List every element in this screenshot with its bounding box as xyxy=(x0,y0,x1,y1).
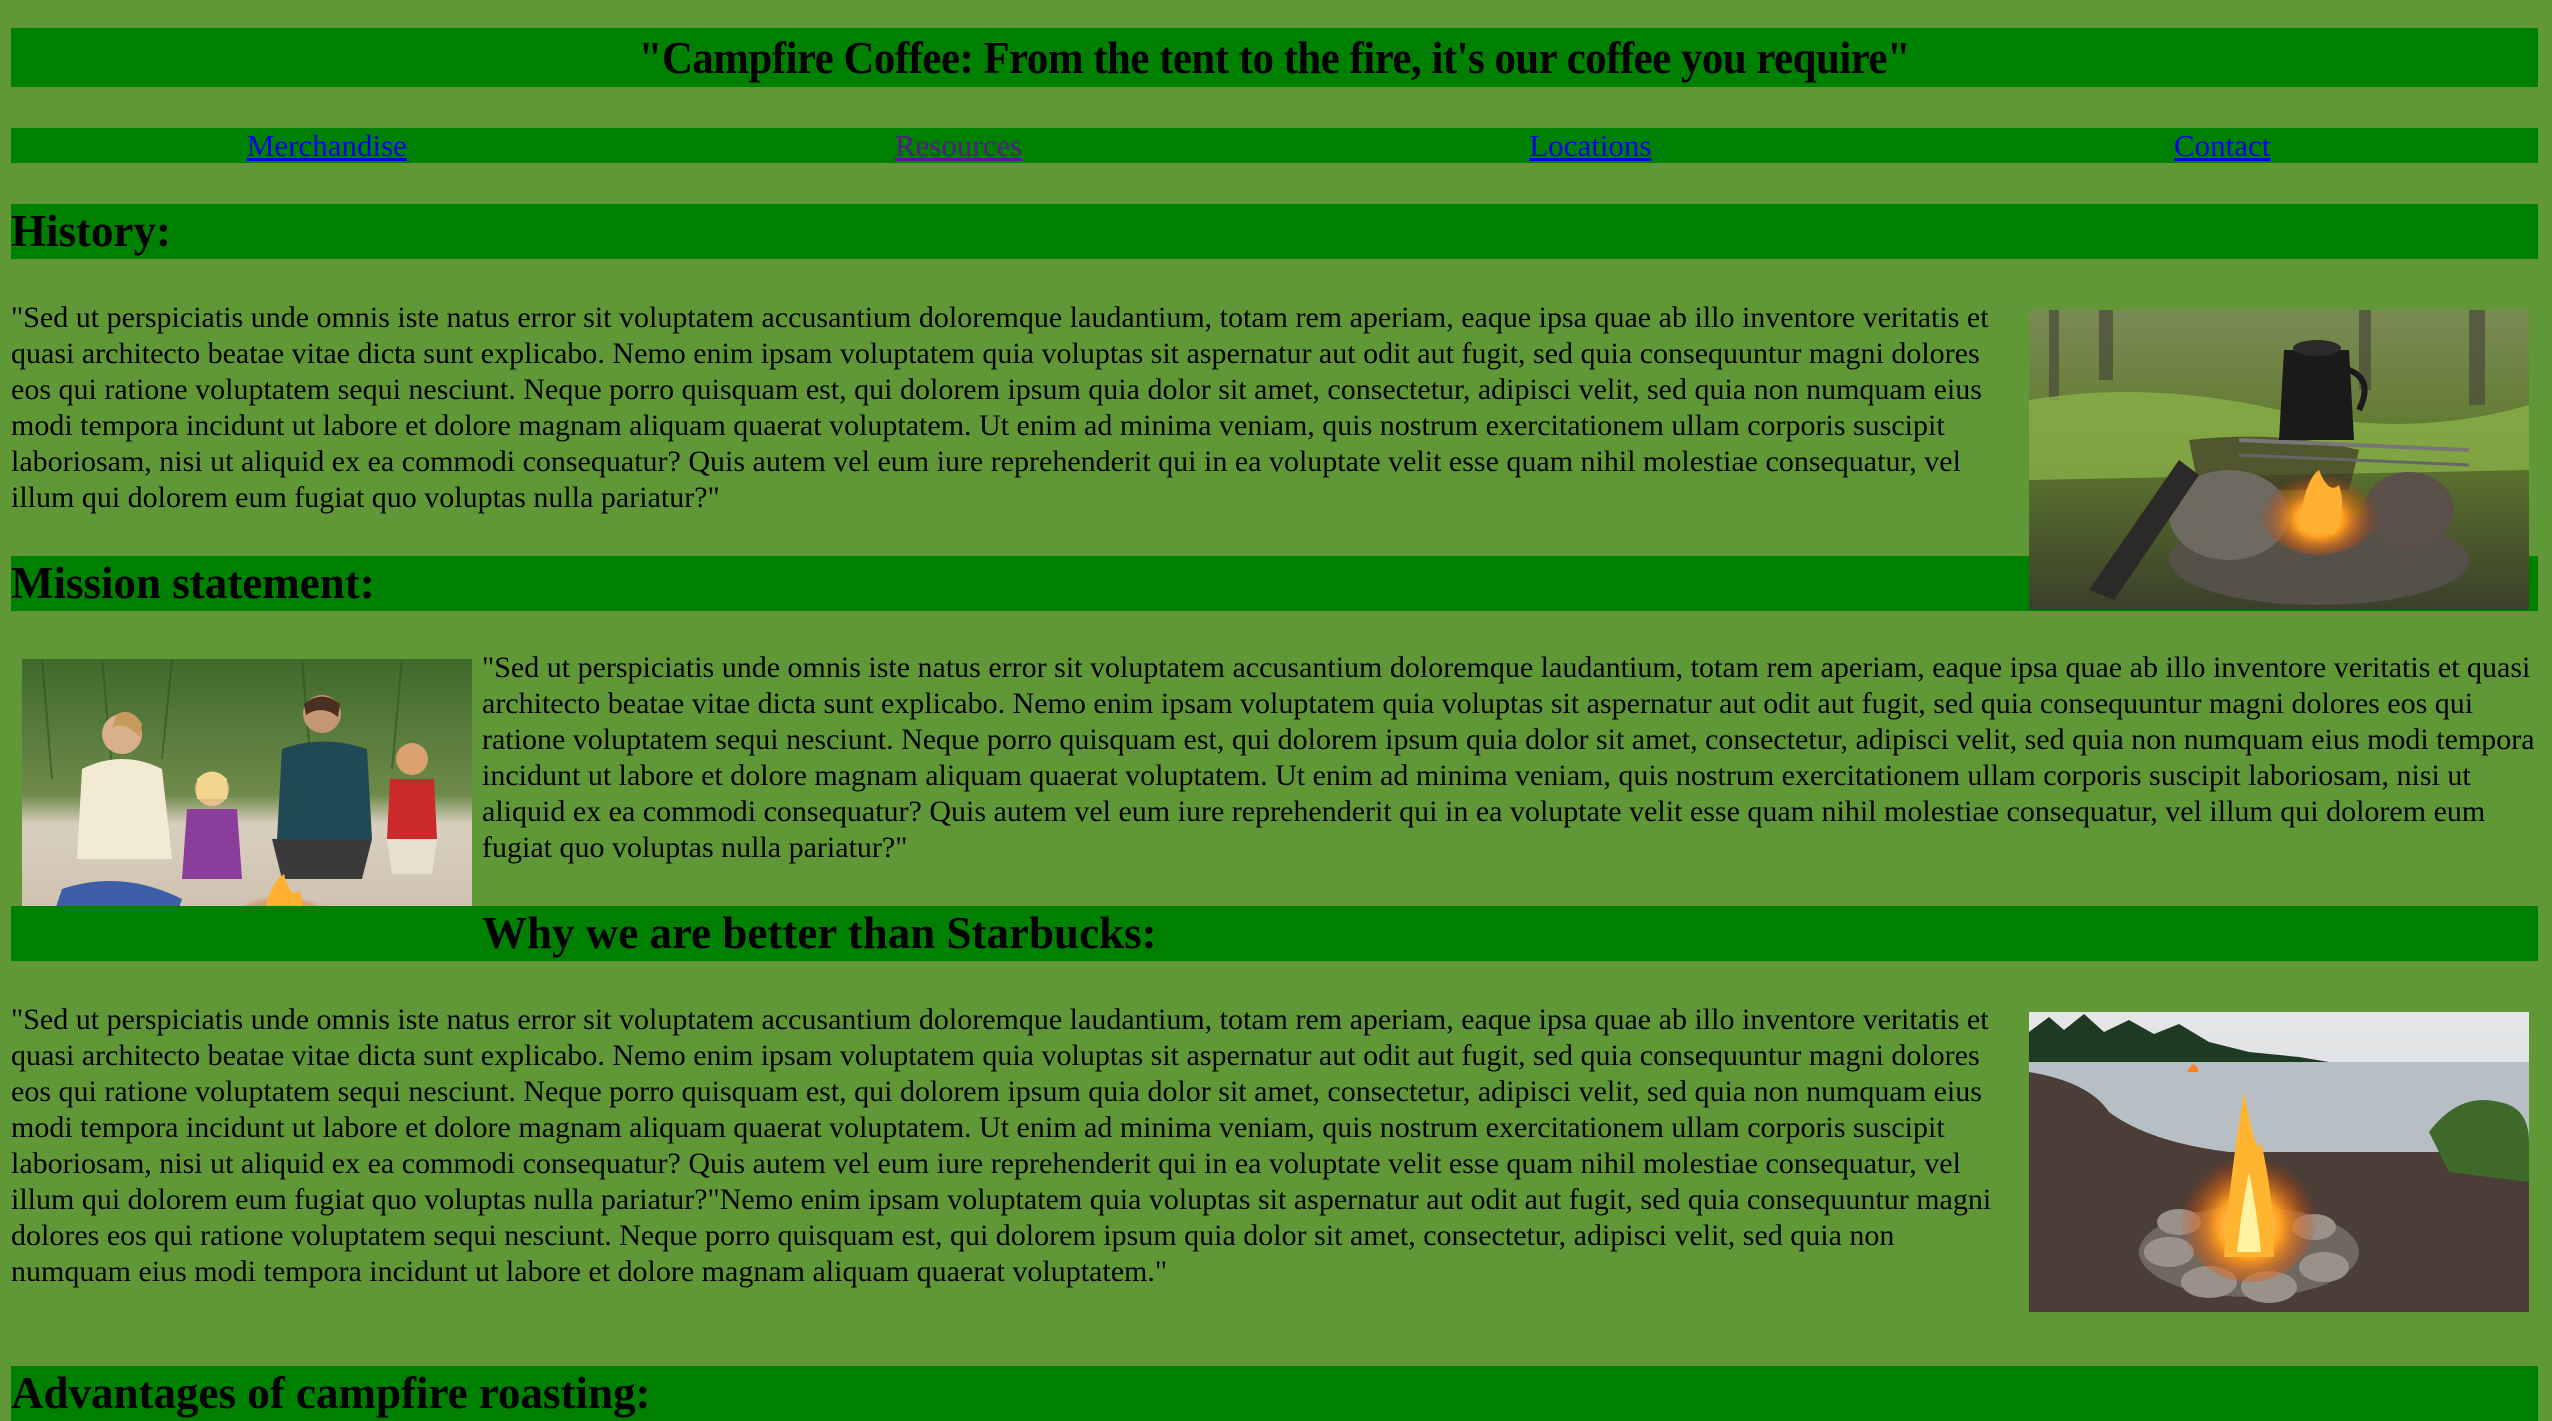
nav-bar: Merchandise Resources Locations Contact xyxy=(11,128,2538,163)
nav-cell-locations: Locations xyxy=(1275,128,1907,163)
starbucks-heading: Why we are better than Starbucks: xyxy=(482,908,1157,958)
starbucks-heading-bar: Why we are better than Starbucks: xyxy=(11,906,2538,961)
page-title: "Campfire Coffee: From the tent to the f… xyxy=(638,32,1911,83)
nav-cell-merchandise: Merchandise xyxy=(11,128,643,163)
nav-link-locations[interactable]: Locations xyxy=(1529,128,1651,163)
advantages-heading: Advantages of campfire roasting: xyxy=(11,1368,651,1418)
history-text: "Sed ut perspiciatis unde omnis iste nat… xyxy=(11,301,1989,514)
history-heading: History: xyxy=(11,206,171,256)
advantages-heading-bar: Advantages of campfire roasting: xyxy=(11,1366,2538,1421)
starbucks-text: "Sed ut perspiciatis unde omnis iste nat… xyxy=(11,1003,1992,1288)
nav-cell-contact: Contact xyxy=(1906,128,2538,163)
lakeside-campfire-image xyxy=(2029,1012,2529,1312)
nav-link-contact[interactable]: Contact xyxy=(2174,128,2270,163)
mission-text: "Sed ut perspiciatis unde omnis iste nat… xyxy=(482,651,2535,864)
coffee-pot-campfire-image xyxy=(2029,310,2529,610)
title-banner: "Campfire Coffee: From the tent to the f… xyxy=(11,28,2538,87)
nav-link-resources[interactable]: Resources xyxy=(895,128,1022,163)
history-heading-bar: History: xyxy=(11,204,2538,259)
nav-cell-resources: Resources xyxy=(643,128,1275,163)
nav-link-merchandise[interactable]: Merchandise xyxy=(247,128,407,163)
